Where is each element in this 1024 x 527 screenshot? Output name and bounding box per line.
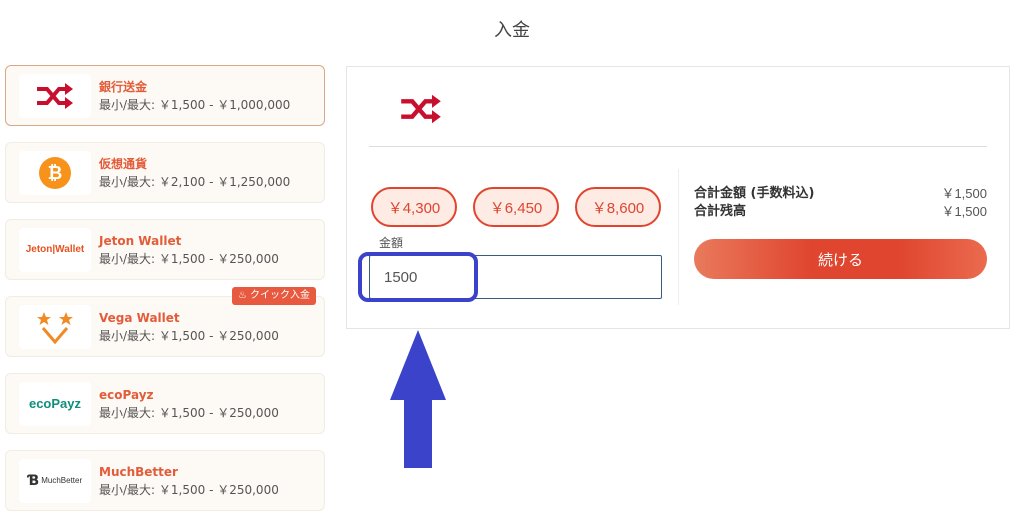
shuffle-arrows-icon bbox=[19, 73, 91, 118]
method-bank-transfer[interactable]: 銀行送金 最小/最大: ￥1,500 - ￥1,000,000 bbox=[5, 65, 325, 126]
quick-deposit-badge-label: クイック入金 bbox=[250, 290, 310, 301]
method-muchbetter[interactable]: Ɓ MuchBetter MuchBetter 最小/最大: ￥1,500 - … bbox=[5, 450, 325, 511]
method-range: 最小/最大: ￥1,500 - ￥1,000,000 bbox=[99, 97, 291, 112]
amount-input[interactable] bbox=[369, 255, 662, 299]
ecopayz-logo: ecoPayz bbox=[19, 381, 91, 426]
total-amount-value: ￥1,500 bbox=[941, 186, 987, 201]
muchbetter-logo: Ɓ MuchBetter bbox=[19, 458, 91, 503]
annotation-arrow-up-icon bbox=[390, 330, 446, 468]
method-range: 最小/最大: ￥1,500 - ￥250,000 bbox=[99, 482, 279, 497]
method-name: MuchBetter bbox=[99, 464, 178, 479]
method-range: 最小/最大: ￥1,500 - ￥250,000 bbox=[99, 328, 279, 343]
method-range: 最小/最大: ￥2,100 - ￥1,250,000 bbox=[99, 174, 291, 189]
svg-text:₿: ₿ bbox=[48, 163, 63, 184]
page-title: 入金 bbox=[494, 20, 530, 41]
preset-amount-button[interactable]: ￥8,600 bbox=[575, 187, 661, 227]
amount-label: 金額 bbox=[379, 236, 404, 250]
total-balance-label: 合計残高 bbox=[694, 204, 747, 219]
jeton-wallet-logo-text: Jeton|Wallet bbox=[25, 244, 85, 255]
shuffle-arrows-icon bbox=[399, 91, 443, 127]
vega-wallet-logo bbox=[19, 304, 91, 349]
fire-icon: ♨ bbox=[238, 290, 247, 301]
method-name: 仮想通貨 bbox=[99, 156, 148, 171]
method-range: 最小/最大: ￥1,500 - ￥250,000 bbox=[99, 405, 279, 420]
method-jeton-wallet[interactable]: Jeton|Wallet Jeton Wallet 最小/最大: ￥1,500 … bbox=[5, 219, 325, 280]
total-amount-row: 合計金額 (手数料込) ￥1,500 bbox=[694, 185, 987, 203]
method-name: Jeton Wallet bbox=[99, 233, 182, 248]
preset-amount-button[interactable]: ￥6,450 bbox=[473, 187, 559, 227]
total-balance-row: 合計残高 ￥1,500 bbox=[694, 203, 987, 221]
continue-button[interactable]: 続ける bbox=[694, 239, 987, 279]
total-balance-value: ￥1,500 bbox=[941, 204, 987, 219]
total-amount-label: 合計金額 (手数料込) bbox=[694, 186, 815, 201]
jeton-wallet-logo: Jeton|Wallet bbox=[19, 227, 91, 272]
method-name: Vega Wallet bbox=[99, 310, 180, 325]
method-name: ecoPayz bbox=[99, 387, 154, 402]
deposit-panel: ￥4,300 ￥6,450 ￥8,600 金額 合計金額 (手数料込) ￥1,5… bbox=[346, 66, 1010, 329]
preset-amount-button[interactable]: ￥4,300 bbox=[371, 187, 457, 227]
muchbetter-logo-text: MuchBetter bbox=[41, 476, 83, 485]
method-ecopayz[interactable]: ecoPayz ecoPayz 最小/最大: ￥1,500 - ￥250,000 bbox=[5, 373, 325, 434]
method-vega-wallet[interactable]: ♨ クイック入金 Vega Wallet 最小/最大: ￥1,500 - ￥25… bbox=[5, 287, 325, 357]
panel-divider bbox=[369, 146, 987, 147]
panel-vertical-divider bbox=[678, 169, 679, 305]
deposit-page: 入金 銀行送金 最小/最大: ￥1,500 - ￥1,000,000 ₿ 仮想通… bbox=[0, 0, 1024, 527]
payment-method-list: 銀行送金 最小/最大: ￥1,500 - ￥1,000,000 ₿ 仮想通貨 最… bbox=[5, 65, 325, 527]
method-crypto[interactable]: ₿ 仮想通貨 最小/最大: ￥2,100 - ￥1,250,000 bbox=[5, 142, 325, 203]
ecopayz-logo-text: ecoPayz bbox=[28, 396, 82, 411]
bitcoin-icon: ₿ bbox=[19, 150, 91, 195]
quick-deposit-badge: ♨ クイック入金 bbox=[232, 287, 316, 305]
method-name: 銀行送金 bbox=[99, 79, 148, 94]
muchbetter-b-icon: Ɓ bbox=[27, 472, 40, 489]
method-range: 最小/最大: ￥1,500 - ￥250,000 bbox=[99, 251, 279, 266]
